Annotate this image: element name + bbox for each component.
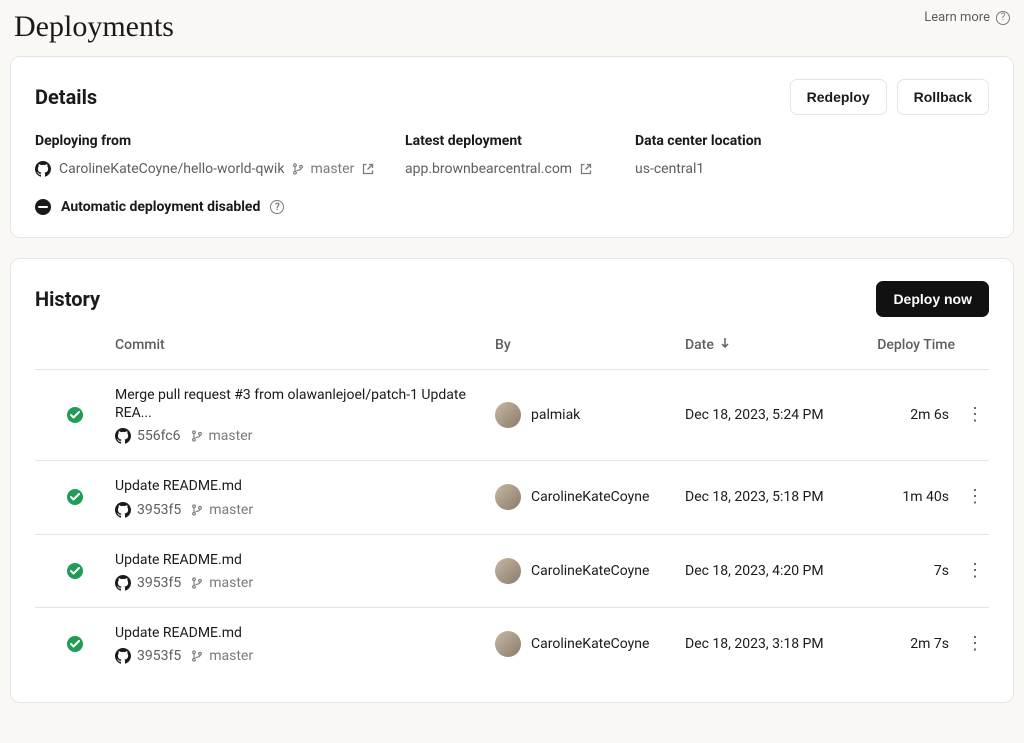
- deploy-date: Dec 18, 2023, 3:18 PM: [685, 636, 875, 652]
- commit-branch: master: [209, 648, 253, 664]
- commit-branch: master: [209, 502, 253, 518]
- success-status-icon: [67, 489, 83, 505]
- help-icon[interactable]: ?: [270, 200, 284, 214]
- branch-icon: [292, 162, 304, 176]
- rollback-button[interactable]: Rollback: [897, 79, 989, 115]
- data-center-label: Data center location: [635, 133, 989, 149]
- commit-hash-link[interactable]: 3953f5: [115, 648, 181, 664]
- auto-deploy-label: Automatic deployment disabled: [61, 199, 260, 215]
- branch-name: master: [310, 161, 354, 177]
- branch-icon: [191, 503, 203, 517]
- github-icon: [115, 648, 131, 664]
- author-name: CarolineKateCoyne: [531, 636, 649, 652]
- external-link-icon[interactable]: [362, 163, 374, 175]
- commit-message: Merge pull request #3 from olawanlejoel/…: [115, 386, 495, 422]
- commit-message: Update README.md: [115, 551, 495, 569]
- commit-hash: 3953f5: [137, 575, 181, 591]
- details-card: Details Redeploy Rollback Deploying from…: [10, 56, 1014, 238]
- github-icon: [115, 575, 131, 591]
- deploy-duration: 2m 7s: [875, 636, 955, 652]
- table-row[interactable]: Update README.md 3953f5 master CarolineK…: [35, 461, 989, 534]
- history-card: History Deploy now Commit By Date Deploy…: [10, 258, 1014, 703]
- deploy-date: Dec 18, 2023, 5:18 PM: [685, 489, 875, 505]
- success-status-icon: [67, 407, 83, 423]
- column-date-label: Date: [685, 337, 714, 353]
- disabled-icon: [35, 199, 51, 215]
- column-commit: Commit: [115, 337, 495, 353]
- commit-branch: master: [209, 428, 253, 444]
- github-icon: [115, 428, 131, 444]
- branch-icon: [191, 649, 203, 663]
- github-icon: [115, 502, 131, 518]
- author-name: CarolineKateCoyne: [531, 489, 649, 505]
- row-menu-button[interactable]: ⋮: [955, 406, 995, 424]
- deploy-duration: 2m 6s: [875, 407, 955, 423]
- commit-hash: 3953f5: [137, 648, 181, 664]
- commit-branch: master: [209, 575, 253, 591]
- table-row[interactable]: Update README.md 3953f5 master CarolineK…: [35, 535, 989, 608]
- learn-more-label: Learn more: [924, 10, 990, 25]
- author-name: CarolineKateCoyne: [531, 563, 649, 579]
- deploy-now-button[interactable]: Deploy now: [876, 281, 989, 317]
- success-status-icon: [67, 563, 83, 579]
- row-menu-button[interactable]: ⋮: [955, 562, 995, 580]
- row-menu-button[interactable]: ⋮: [955, 488, 995, 506]
- commit-message: Update README.md: [115, 477, 495, 495]
- commit-message: Update README.md: [115, 624, 495, 642]
- table-row[interactable]: Merge pull request #3 from olawanlejoel/…: [35, 370, 989, 461]
- avatar: [495, 558, 521, 584]
- commit-hash-link[interactable]: 556fc6: [115, 428, 181, 444]
- success-status-icon: [67, 636, 83, 652]
- commit-hash-link[interactable]: 3953f5: [115, 575, 181, 591]
- deploy-duration: 7s: [875, 563, 955, 579]
- learn-more-link[interactable]: Learn more ?: [924, 10, 1010, 25]
- column-date[interactable]: Date: [685, 337, 875, 353]
- external-link-icon[interactable]: [580, 163, 592, 175]
- avatar: [495, 631, 521, 657]
- commit-hash: 3953f5: [137, 502, 181, 518]
- avatar: [495, 484, 521, 510]
- details-title: Details: [35, 85, 97, 109]
- author-name: palmiak: [531, 407, 580, 423]
- latest-deployment-label: Latest deployment: [405, 133, 625, 149]
- redeploy-button[interactable]: Redeploy: [790, 79, 887, 115]
- data-center-value: us-central1: [635, 161, 704, 177]
- branch-icon: [191, 429, 203, 443]
- column-deploy-time: Deploy Time: [875, 337, 955, 353]
- commit-hash: 556fc6: [137, 428, 181, 444]
- table-row[interactable]: Update README.md 3953f5 master CarolineK…: [35, 608, 989, 680]
- deploy-date: Dec 18, 2023, 5:24 PM: [685, 407, 875, 423]
- deploying-from-label: Deploying from: [35, 133, 395, 149]
- page-title: Deployments: [14, 10, 174, 44]
- commit-hash-link[interactable]: 3953f5: [115, 502, 181, 518]
- row-menu-button[interactable]: ⋮: [955, 635, 995, 653]
- repo-link[interactable]: CarolineKateCoyne/hello-world-qwik: [59, 161, 284, 177]
- sort-desc-icon: [720, 337, 730, 353]
- avatar: [495, 402, 521, 428]
- deploy-date: Dec 18, 2023, 4:20 PM: [685, 563, 875, 579]
- github-icon: [35, 161, 51, 177]
- column-by: By: [495, 337, 685, 353]
- history-title: History: [35, 287, 100, 311]
- deployment-url-link[interactable]: app.brownbearcentral.com: [405, 161, 572, 177]
- help-icon: ?: [996, 11, 1010, 25]
- branch-icon: [191, 576, 203, 590]
- deploy-duration: 1m 40s: [875, 489, 955, 505]
